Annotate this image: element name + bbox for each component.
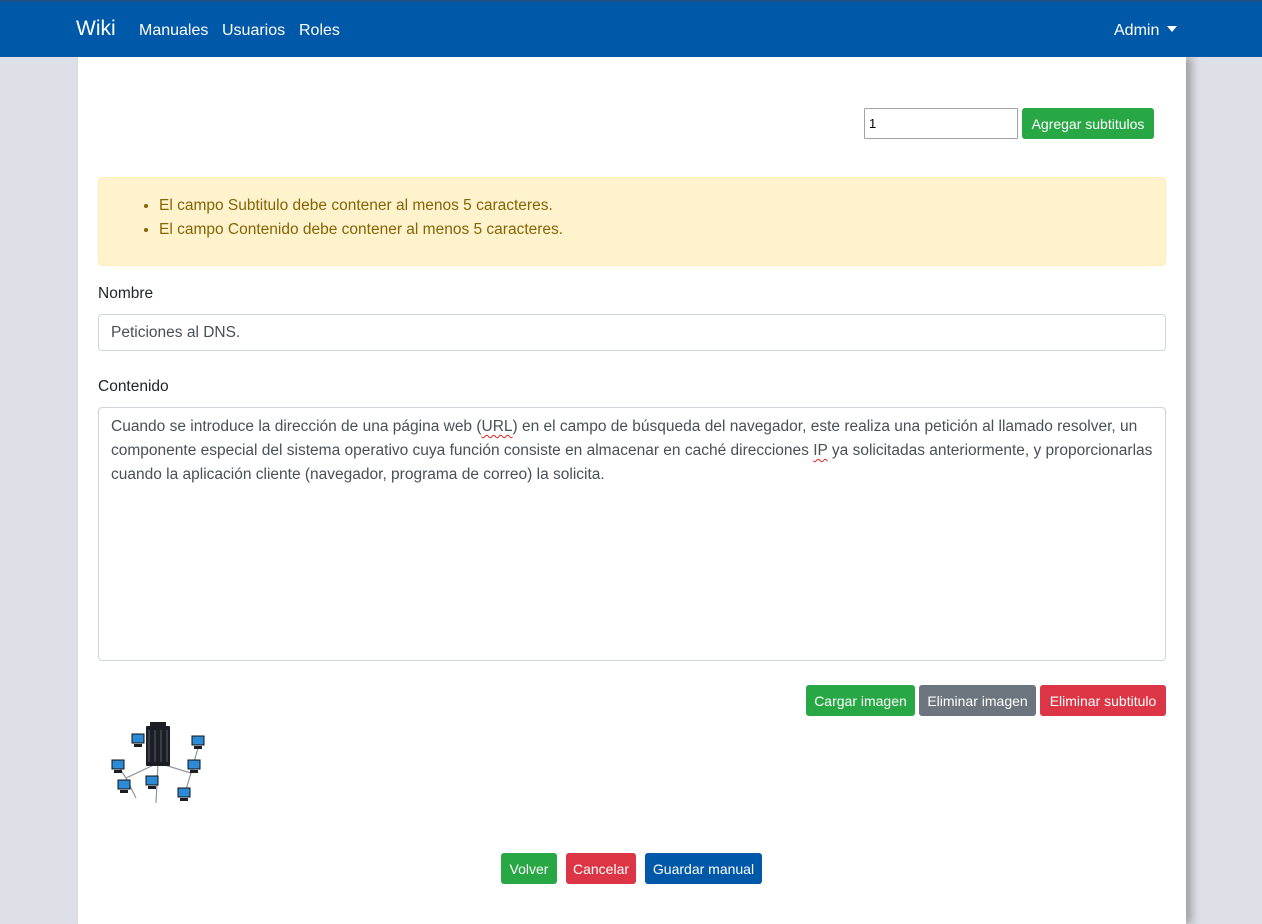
- user-menu-label: Admin: [1114, 22, 1160, 39]
- nav-link-manuales[interactable]: Manuales: [139, 21, 208, 41]
- content-text-misspelled: IP: [813, 442, 828, 459]
- content-text: Cuando se introduce la dirección de una …: [111, 418, 482, 435]
- upload-image-button[interactable]: Cargar imagen: [806, 685, 915, 716]
- user-menu[interactable]: Admin: [1114, 21, 1178, 41]
- delete-subtitle-button[interactable]: Eliminar subtitulo: [1040, 685, 1166, 716]
- content-textarea[interactable]: Cuando se introduce la dirección de una …: [98, 407, 1166, 661]
- nav-link-usuarios[interactable]: Usuarios: [222, 21, 285, 41]
- brand-link[interactable]: Wiki: [76, 17, 116, 41]
- top-navbar: Wiki Manuales Usuarios Roles Admin: [0, 0, 1262, 57]
- cancel-button[interactable]: Cancelar: [566, 853, 636, 884]
- name-input-value: Peticiones al DNS.: [111, 323, 241, 341]
- validation-alert: El campo Subtitulo debe contener al meno…: [98, 177, 1166, 266]
- error-item: El campo Subtitulo debe contener al meno…: [159, 194, 563, 218]
- content-text-misspelled: URL: [481, 418, 513, 435]
- delete-image-button[interactable]: Eliminar imagen: [919, 685, 1036, 716]
- subtitle-count-input[interactable]: [864, 108, 1018, 139]
- name-input[interactable]: Peticiones al DNS.: [98, 314, 1166, 351]
- content-label: Contenido: [98, 378, 169, 395]
- name-label: Nombre: [98, 285, 154, 302]
- nav-link-roles[interactable]: Roles: [299, 21, 340, 41]
- save-manual-button[interactable]: Guardar manual: [645, 853, 762, 884]
- add-subtitles-button[interactable]: Agregar subtitulos: [1022, 108, 1154, 139]
- error-item: El campo Contenido debe contener al meno…: [159, 218, 563, 242]
- back-button[interactable]: Volver: [501, 853, 557, 884]
- dropdown-caret-icon: [1167, 26, 1178, 32]
- network-image: [111, 722, 205, 804]
- error-list: El campo Subtitulo debe contener al meno…: [159, 194, 563, 242]
